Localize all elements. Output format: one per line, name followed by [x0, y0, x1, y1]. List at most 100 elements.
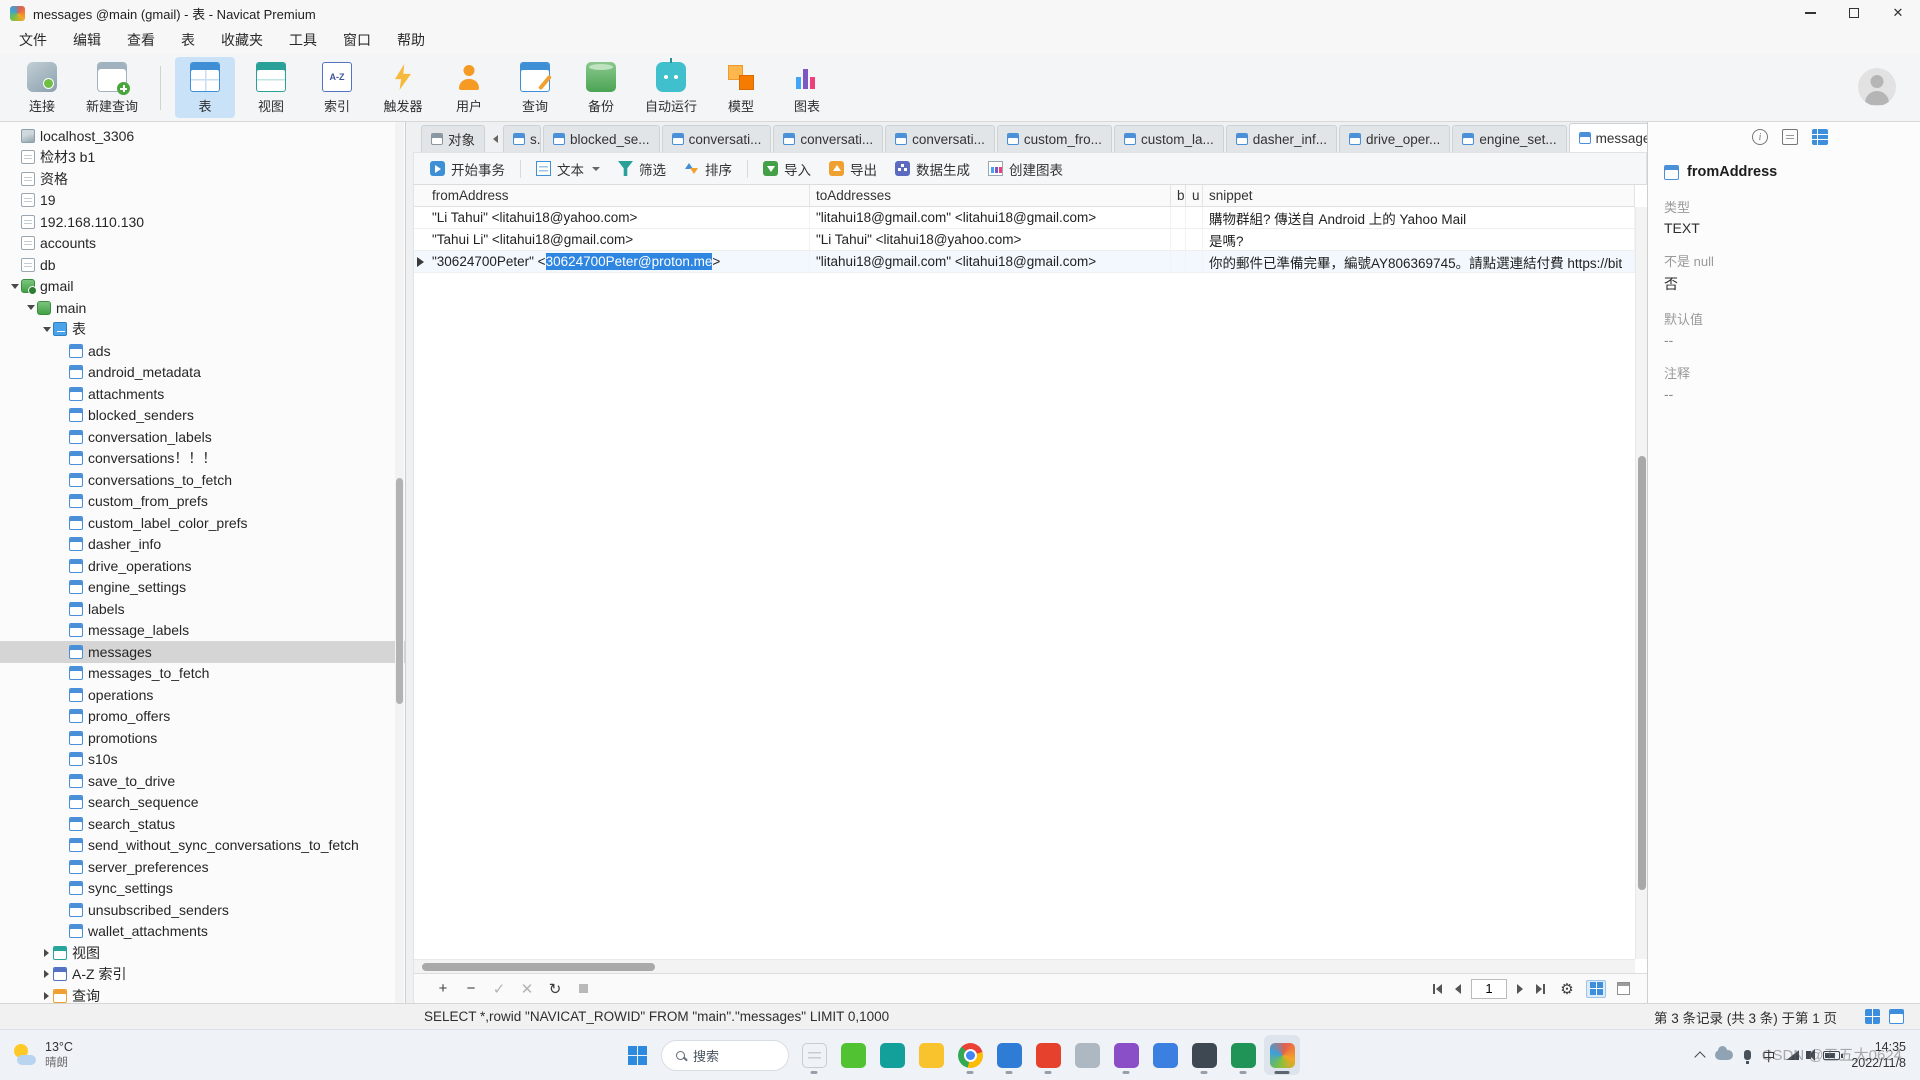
page-input[interactable]: [1471, 979, 1507, 999]
cell-fromaddress[interactable]: "Tahui Li" <litahui18@gmail.com>: [426, 229, 810, 250]
grid-layout-icon[interactable]: [1865, 1009, 1880, 1024]
toolbar-chart-button[interactable]: 图表: [777, 57, 837, 118]
sidebar-item-tables-folder[interactable]: 表: [0, 319, 405, 341]
chevron-down-icon[interactable]: [24, 301, 37, 314]
horizontal-scrollbar[interactable]: [414, 959, 1635, 973]
menu-item-2[interactable]: 查看: [114, 26, 168, 54]
tab-engine-set[interactable]: engine_set...: [1452, 125, 1566, 152]
first-page-button[interactable]: [1430, 981, 1445, 997]
tab-conversati-1[interactable]: conversati...: [662, 125, 772, 152]
text-mode-button[interactable]: 文本: [528, 155, 608, 183]
explorer-icon[interactable]: [913, 1035, 949, 1075]
sidebar-item-save-to-drive[interactable]: save_to_drive: [0, 770, 405, 792]
minimize-button[interactable]: [1788, 0, 1832, 26]
sidebar-item-search-sequence[interactable]: search_sequence: [0, 792, 405, 814]
sidebar-item-custom-from-prefs[interactable]: custom_from_prefs: [0, 491, 405, 513]
start-button[interactable]: [620, 1037, 654, 1073]
settings-gear-button[interactable]: ⚙: [1555, 978, 1579, 1000]
create-chart-button[interactable]: 创建图表: [980, 155, 1071, 183]
cell-snippet[interactable]: 是嗎?: [1203, 229, 1635, 250]
toolbar-new-query-button[interactable]: 新建查询: [78, 57, 146, 118]
column-header-snippet[interactable]: snippet: [1203, 185, 1635, 206]
form-view-toggle[interactable]: [1613, 980, 1633, 998]
discard-changes-button[interactable]: ✕: [515, 978, 539, 1000]
toolbar-user-button[interactable]: 用户: [439, 57, 499, 118]
clock[interactable]: 14:35 2022/11/8: [1851, 1039, 1906, 1072]
data-generation-button[interactable]: 数据生成: [887, 155, 978, 183]
filter-button[interactable]: 筛选: [610, 155, 674, 183]
android-studio-icon[interactable]: [1186, 1035, 1222, 1075]
menu-item-7[interactable]: 帮助: [384, 26, 438, 54]
sidebar-item-search-status[interactable]: search_status: [0, 813, 405, 835]
sidebar-item-promotions[interactable]: promotions: [0, 727, 405, 749]
delete-record-button[interactable]: −: [459, 978, 483, 1000]
sidebar-item-zige[interactable]: 资格: [0, 168, 405, 190]
adobe-icon[interactable]: [1030, 1035, 1066, 1075]
menu-item-0[interactable]: 文件: [6, 26, 60, 54]
begin-transaction-button[interactable]: 开始事务: [422, 155, 513, 183]
sidebar-item-android-metadata[interactable]: android_metadata: [0, 362, 405, 384]
info-icon[interactable]: [1752, 129, 1768, 145]
sidebar-item-conversations-to-fetch[interactable]: conversations_to_fetch: [0, 469, 405, 491]
toolbar-backup-button[interactable]: 备份: [571, 57, 631, 118]
cell-b[interactable]: [1171, 251, 1186, 272]
navicat-icon[interactable]: [1264, 1035, 1300, 1075]
import-button[interactable]: 导入: [755, 155, 819, 183]
sidebar-item-send-without-sync-conversations-to-fetch[interactable]: send_without_sync_conversations_to_fetch: [0, 835, 405, 857]
toolbar-connection-button[interactable]: 连接: [12, 57, 72, 118]
tab-blocked-se[interactable]: blocked_se...: [543, 125, 660, 152]
system-icons[interactable]: [1786, 1050, 1840, 1060]
notepad-icon[interactable]: [796, 1035, 832, 1075]
tab-conversati-2[interactable]: conversati...: [773, 125, 883, 152]
sidebar-item-messages[interactable]: messages: [0, 641, 405, 663]
chevron-right-icon[interactable]: [40, 989, 53, 1002]
table-row[interactable]: "Tahui Li" <litahui18@gmail.com>"Li Tahu…: [414, 229, 1635, 251]
table-row[interactable]: "Li Tahui" <litahui18@yahoo.com>"litahui…: [414, 207, 1635, 229]
sidebar-item-queries-folder[interactable]: 查询: [0, 985, 405, 1003]
photos-icon[interactable]: [1147, 1035, 1183, 1075]
excel-icon[interactable]: [1225, 1035, 1261, 1075]
chevron-right-icon[interactable]: [40, 946, 53, 959]
cell-snippet[interactable]: 你的郵件已準備完畢，編號AY806369745。請點選連結付費 https://…: [1203, 251, 1635, 272]
export-button[interactable]: 导出: [821, 155, 885, 183]
sidebar-item-engine-settings[interactable]: engine_settings: [0, 577, 405, 599]
mail-icon[interactable]: [874, 1035, 910, 1075]
sidebar-item-custom-label-color-prefs[interactable]: custom_label_color_prefs: [0, 512, 405, 534]
tab-custom-la[interactable]: custom_la...: [1114, 125, 1224, 152]
vertical-scrollbar-thumb[interactable]: [1638, 456, 1646, 890]
grid-view-panel-icon[interactable]: [1812, 129, 1828, 145]
add-record-button[interactable]: +: [431, 978, 455, 1000]
menu-item-5[interactable]: 工具: [276, 26, 330, 54]
phone-link-icon[interactable]: [1069, 1035, 1105, 1075]
next-page-button[interactable]: [1514, 981, 1526, 997]
wechat-icon[interactable]: [835, 1035, 871, 1075]
menu-item-4[interactable]: 收藏夹: [208, 26, 276, 54]
chevron-down-icon[interactable]: [40, 323, 53, 336]
grid-view-toggle[interactable]: [1586, 980, 1606, 998]
ime-indicator[interactable]: 中: [1762, 1046, 1775, 1065]
sidebar-item-message-labels[interactable]: message_labels: [0, 620, 405, 642]
cell-fromaddress[interactable]: "30624700Peter" <30624700Peter@proton.me…: [426, 251, 810, 272]
cell-fromaddress[interactable]: "Li Tahui" <litahui18@yahoo.com>: [426, 207, 810, 228]
sidebar-item-localhost-3306[interactable]: localhost_3306: [0, 125, 405, 147]
sidebar-item-views-folder[interactable]: 视图: [0, 942, 405, 964]
panel-layout-icon[interactable]: [1889, 1009, 1904, 1024]
chrome-icon[interactable]: [952, 1035, 988, 1075]
sidebar-item-indexes-folder[interactable]: A-Z 索引: [0, 964, 405, 986]
user-avatar[interactable]: [1858, 68, 1896, 106]
menu-item-1[interactable]: 编辑: [60, 26, 114, 54]
tab-dasher-inf[interactable]: dasher_inf...: [1226, 125, 1337, 152]
sidebar-item-192-168-110-130[interactable]: 192.168.110.130: [0, 211, 405, 233]
sidebar-item-gmail[interactable]: gmail: [0, 276, 405, 298]
sidebar-item-dasher-info[interactable]: dasher_info: [0, 534, 405, 556]
close-button[interactable]: ✕: [1876, 0, 1920, 26]
toolbar-table-button[interactable]: 表: [175, 57, 235, 118]
sidebar-item-drive-operations[interactable]: drive_operations: [0, 555, 405, 577]
toolbar-trigger-button[interactable]: 触发器: [373, 57, 433, 118]
cell-snippet[interactable]: 購物群組? 傳送自 Android 上的 Yahoo Mail: [1203, 207, 1635, 228]
sidebar-item-unsubscribed-senders[interactable]: unsubscribed_senders: [0, 899, 405, 921]
sidebar-item-labels[interactable]: labels: [0, 598, 405, 620]
maximize-button[interactable]: [1832, 0, 1876, 26]
horizontal-scrollbar-thumb[interactable]: [422, 963, 655, 971]
visual-studio-icon[interactable]: [1108, 1035, 1144, 1075]
